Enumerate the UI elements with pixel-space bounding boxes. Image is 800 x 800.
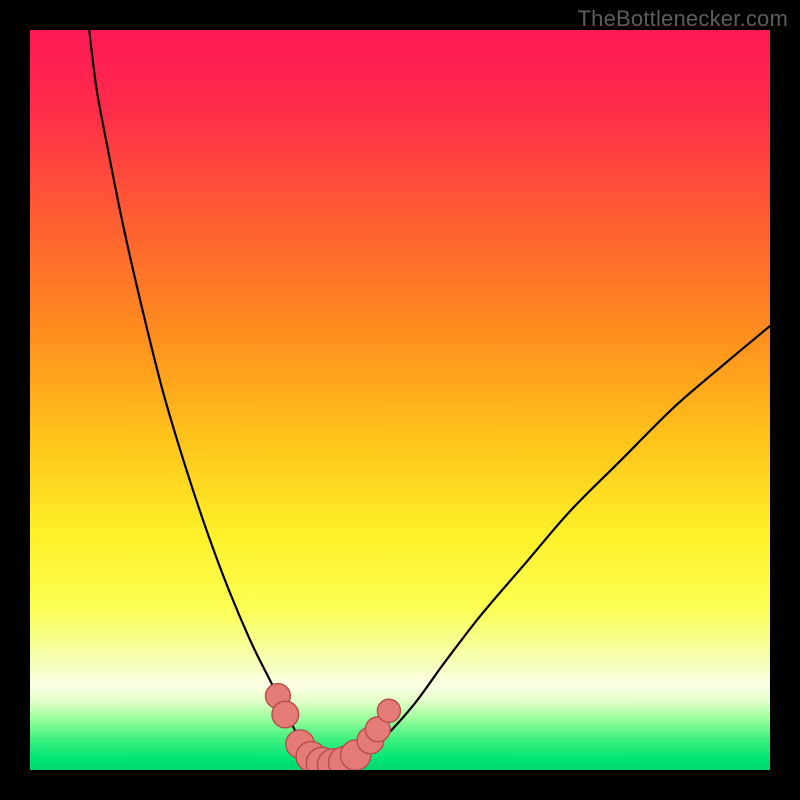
- highlight-marker: [377, 699, 400, 722]
- highlight-marker-group: [265, 684, 400, 770]
- highlight-marker: [272, 701, 299, 728]
- plot-area: [30, 30, 770, 770]
- watermark-text: TheBottlenecker.com: [578, 6, 788, 32]
- curve-layer: [30, 30, 770, 770]
- chart-stage: TheBottlenecker.com: [0, 0, 800, 800]
- bottleneck-curve: [89, 30, 770, 767]
